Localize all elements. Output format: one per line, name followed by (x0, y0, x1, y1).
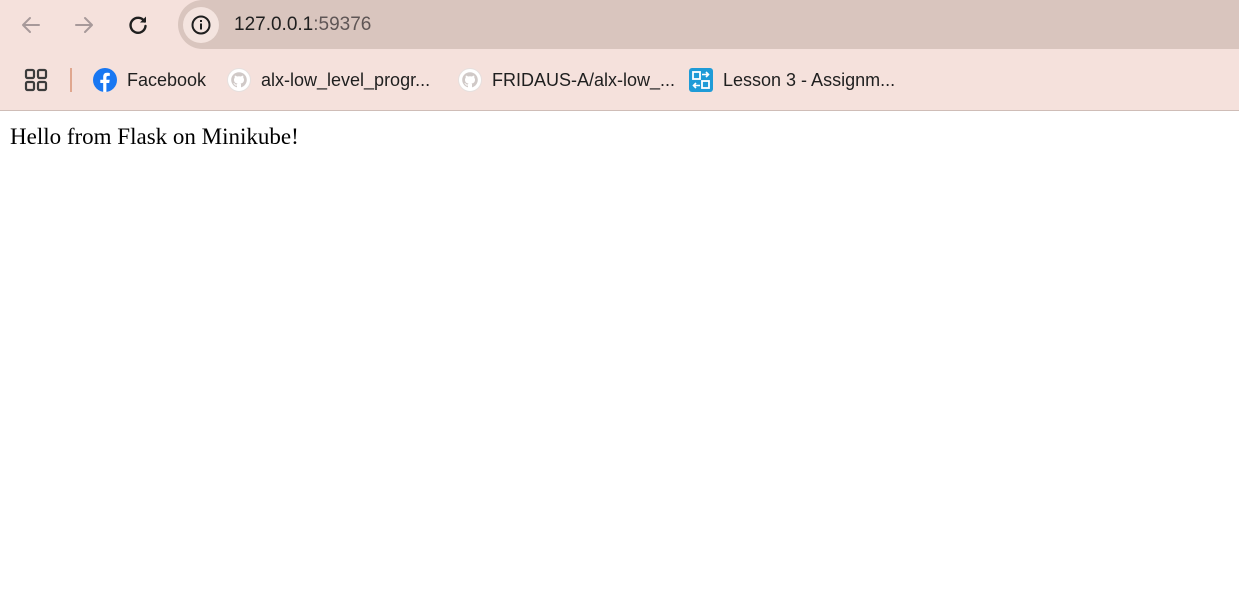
browser-window: 127.0.0.1:59376 Facebook alx-low_level_p… (0, 0, 1239, 615)
forward-button[interactable] (64, 5, 104, 45)
back-button[interactable] (11, 5, 51, 45)
address-bar[interactable]: 127.0.0.1:59376 (178, 0, 1239, 49)
lms-icon (689, 68, 713, 92)
bookmark-fridaus-alx-low[interactable]: FRIDAUS-A/alx-low_... (458, 65, 675, 95)
apps-button[interactable] (24, 68, 48, 92)
reload-button[interactable] (118, 5, 158, 45)
arrow-left-icon (22, 17, 40, 33)
bookmark-label: FRIDAUS-A/alx-low_... (492, 69, 676, 90)
bookmarks-separator (70, 68, 72, 92)
page-body-text: Hello from Flask on Minikube! (10, 124, 299, 149)
arrow-right-icon (75, 17, 93, 33)
reload-icon (129, 16, 147, 34)
url-host: 127.0.0.1 (234, 14, 314, 35)
url-text[interactable]: 127.0.0.1:59376 (234, 13, 371, 37)
bookmark-label: Facebook (127, 69, 207, 90)
bookmark-label: alx-low_level_progr... (261, 69, 431, 90)
bookmark-lesson-3-assignment[interactable]: Lesson 3 - Assignm... (689, 65, 895, 95)
bookmark-label: Lesson 3 - Assignm... (723, 69, 896, 90)
site-info-button[interactable] (183, 7, 219, 43)
facebook-icon (93, 68, 117, 92)
bookmark-alx-low-level-programming[interactable]: alx-low_level_progr... (227, 65, 430, 95)
page-content: Hello from Flask on Minikube! (0, 111, 1239, 615)
url-port: :59376 (313, 14, 372, 35)
bookmarks-bar: Facebook alx-low_level_progr... FRIDAUS-… (0, 50, 1239, 111)
github-icon (227, 68, 251, 92)
browser-toolbar: 127.0.0.1:59376 (0, 0, 1239, 50)
apps-grid-icon (24, 68, 48, 92)
github-icon (458, 68, 482, 92)
info-icon (191, 15, 211, 35)
bookmark-facebook[interactable]: Facebook (93, 65, 206, 95)
